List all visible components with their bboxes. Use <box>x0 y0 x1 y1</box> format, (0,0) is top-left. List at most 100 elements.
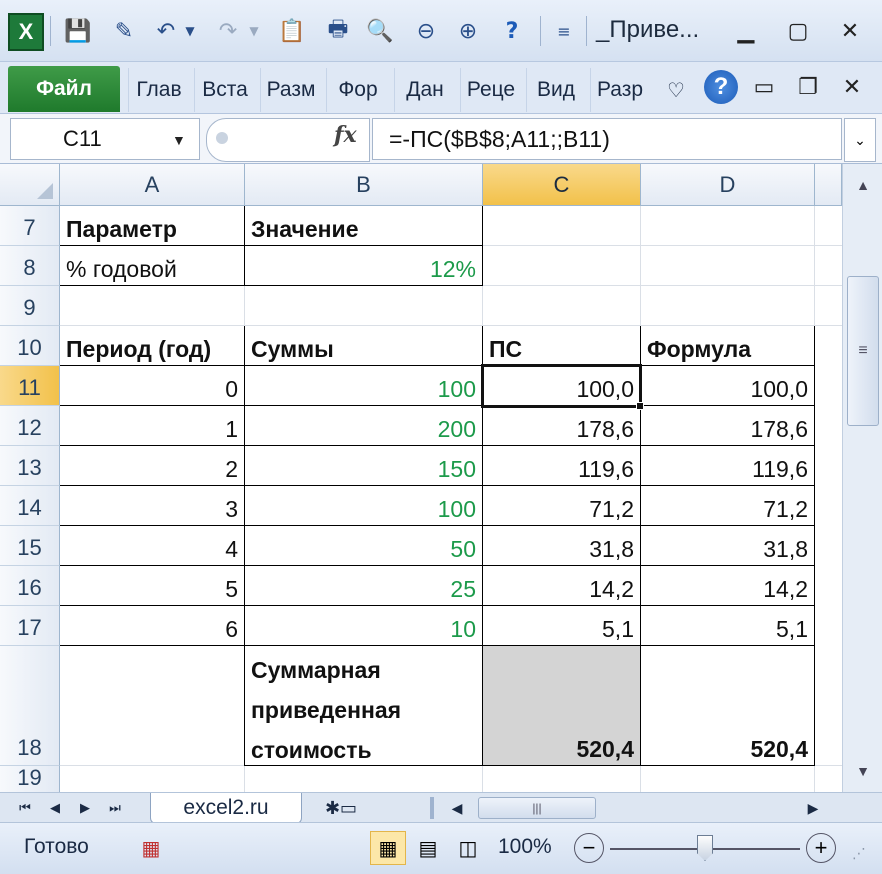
cell-c15[interactable]: 31,8 <box>483 526 640 566</box>
undo-dropdown-icon[interactable]: ▼ <box>180 14 200 48</box>
zoom-level[interactable]: 100% <box>498 835 552 859</box>
zoom-out-icon[interactable]: − <box>574 833 604 863</box>
column-header-a[interactable]: A <box>60 164 245 206</box>
tab-developer[interactable]: Разр <box>590 68 649 112</box>
vertical-scroll-thumb[interactable]: ≡ <box>847 276 879 426</box>
redo-dropdown-icon[interactable]: ▼ <box>244 14 264 48</box>
row-header-7[interactable]: 7 <box>0 206 60 246</box>
cell-d14[interactable]: 71,2 <box>641 486 814 526</box>
resize-grip-icon[interactable]: ⋰ <box>852 845 866 862</box>
tab-page-layout[interactable]: Разм <box>260 68 321 112</box>
back-icon[interactable]: ⊖ <box>410 14 442 48</box>
cell-a7[interactable]: Параметр <box>60 206 244 246</box>
insert-function-icon[interactable]: fx <box>334 122 357 148</box>
cell-c13[interactable]: 119,6 <box>483 446 640 486</box>
scroll-down-icon[interactable]: ▼ <box>849 754 877 788</box>
cell-a8[interactable]: % годовой <box>60 246 244 286</box>
page-break-view-icon[interactable]: ◫ <box>450 831 486 865</box>
row-header-11[interactable]: 11 <box>0 366 60 406</box>
cell-a11[interactable]: 0 <box>60 366 244 406</box>
cell-b17[interactable]: 10 <box>245 606 482 646</box>
preview-icon[interactable]: 🔍 <box>364 14 396 48</box>
spreadsheet-grid[interactable]: A B C D 7 8 9 10 11 12 13 14 15 16 17 18… <box>0 164 842 792</box>
cell-c17[interactable]: 5,1 <box>483 606 640 646</box>
cell-b10[interactable]: Суммы <box>245 326 482 366</box>
cell-a10[interactable]: Период (год) <box>60 326 244 366</box>
cell-d13[interactable]: 119,6 <box>641 446 814 486</box>
cell-d18[interactable]: 520,4 <box>641 646 814 766</box>
scroll-up-icon[interactable]: ▲ <box>849 168 877 202</box>
tab-review[interactable]: Реце <box>460 68 521 112</box>
sheet-tab-active[interactable]: excel2.ru <box>150 793 302 824</box>
prev-sheet-icon[interactable]: ◀ <box>42 793 68 823</box>
tab-view[interactable]: Вид <box>526 68 585 112</box>
row-header-15[interactable]: 15 <box>0 526 60 566</box>
workbook-minimize-button[interactable]: ▭ <box>746 70 782 104</box>
horizontal-scroll-thumb[interactable]: ||| <box>478 797 596 819</box>
customize-toolbar-icon[interactable]: ≡ <box>548 14 580 48</box>
column-header-c[interactable]: C <box>483 164 641 206</box>
expand-formula-bar-button[interactable]: ⌄ <box>844 118 876 162</box>
workbook-close-button[interactable]: ✕ <box>834 70 870 104</box>
edit-icon[interactable]: ✎ <box>108 14 140 48</box>
column-header-e[interactable] <box>815 164 842 206</box>
row-header-10[interactable]: 10 <box>0 326 60 366</box>
row-header-16[interactable]: 16 <box>0 566 60 606</box>
row-header-12[interactable]: 12 <box>0 406 60 446</box>
close-button[interactable]: ✕ <box>832 14 868 48</box>
cell-b13[interactable]: 150 <box>245 446 482 486</box>
vertical-scrollbar[interactable]: ▲ ≡ ▼ <box>842 164 882 792</box>
row-header-9[interactable]: 9 <box>0 286 60 326</box>
insert-sheet-icon[interactable]: ✱▭ <box>306 793 376 823</box>
cell-d16[interactable]: 14,2 <box>641 566 814 606</box>
tab-data[interactable]: Дан <box>394 68 455 112</box>
ribbon-minimize-icon[interactable]: ♡ <box>658 68 694 112</box>
next-sheet-icon[interactable]: ▶ <box>72 793 98 823</box>
cell-d12[interactable]: 178,6 <box>641 406 814 446</box>
tab-insert[interactable]: Вста <box>194 68 255 112</box>
row-header-17[interactable]: 17 <box>0 606 60 646</box>
select-all-corner[interactable] <box>0 164 60 206</box>
cell-a16[interactable]: 5 <box>60 566 244 606</box>
row-header-19[interactable]: 19 <box>0 765 60 792</box>
first-sheet-icon[interactable]: ⏮ <box>12 793 38 823</box>
cell-d15[interactable]: 31,8 <box>641 526 814 566</box>
cell-a17[interactable]: 6 <box>60 606 244 646</box>
cell-a15[interactable]: 4 <box>60 526 244 566</box>
column-header-d[interactable]: D <box>641 164 815 206</box>
cell-b14[interactable]: 100 <box>245 486 482 526</box>
normal-view-icon[interactable]: ▦ <box>370 831 406 865</box>
zoom-slider-thumb[interactable] <box>697 835 713 861</box>
cell-d17[interactable]: 5,1 <box>641 606 814 646</box>
row-header-8[interactable]: 8 <box>0 246 60 286</box>
scroll-left-icon[interactable]: ◀ <box>444 793 470 823</box>
cell-c18[interactable]: 520,4 <box>483 646 640 766</box>
tab-home[interactable]: Глав <box>128 68 189 112</box>
chevron-down-icon[interactable]: ▼ <box>172 132 186 148</box>
forward-icon[interactable]: ⊕ <box>452 14 484 48</box>
last-sheet-icon[interactable]: ⏭ <box>102 793 128 823</box>
cell-b15[interactable]: 50 <box>245 526 482 566</box>
cell-d10[interactable]: Формула <box>641 326 814 366</box>
help-arrow-icon[interactable]: ? <box>496 14 528 48</box>
save-icon[interactable]: 💾 <box>62 14 94 48</box>
tab-split-handle[interactable] <box>430 797 434 819</box>
restore-button[interactable]: ▢ <box>780 14 816 48</box>
cell-b16[interactable]: 25 <box>245 566 482 606</box>
row-header-13[interactable]: 13 <box>0 446 60 486</box>
macro-record-icon[interactable]: ▦ <box>134 833 168 863</box>
cell-a13[interactable]: 2 <box>60 446 244 486</box>
minimize-button[interactable]: ▁ <box>728 14 764 48</box>
cell-d11[interactable]: 100,0 <box>641 366 814 406</box>
cell-c12[interactable]: 178,6 <box>483 406 640 446</box>
paste-icon[interactable]: 📋 <box>276 14 308 48</box>
cell-b11[interactable]: 100 <box>245 366 482 406</box>
zoom-in-icon[interactable]: + <box>806 833 836 863</box>
scroll-right-icon[interactable]: ▶ <box>800 793 826 823</box>
cell-c10[interactable]: ПС <box>483 326 640 366</box>
cell-b12[interactable]: 200 <box>245 406 482 446</box>
print-icon[interactable]: 🖶 <box>322 14 354 48</box>
cell-a14[interactable]: 3 <box>60 486 244 526</box>
resize-handle-icon[interactable] <box>216 132 228 144</box>
workbook-restore-button[interactable]: ❐ <box>790 70 826 104</box>
